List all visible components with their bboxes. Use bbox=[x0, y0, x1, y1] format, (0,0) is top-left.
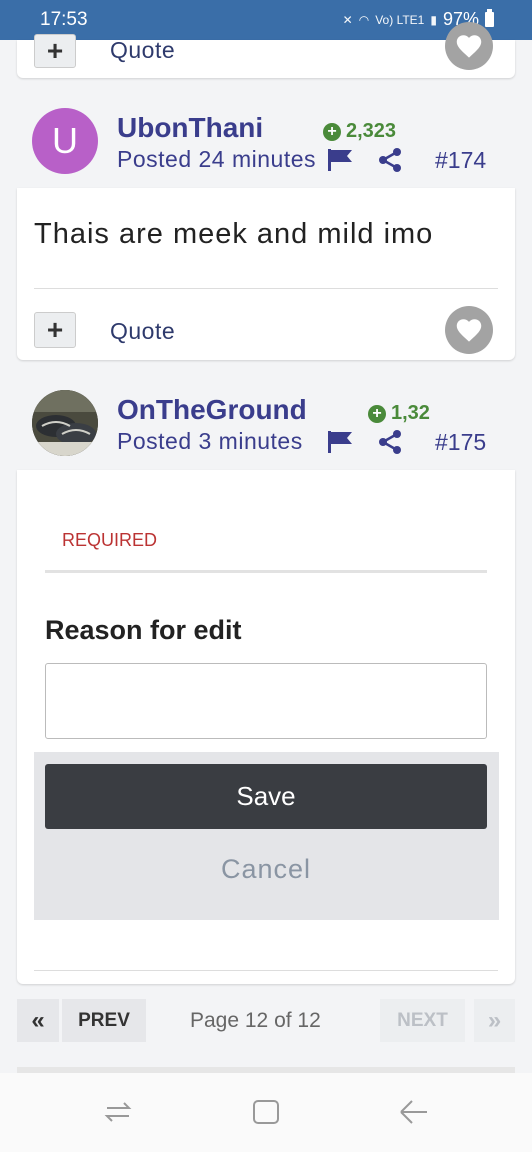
avatar-image bbox=[32, 390, 98, 456]
back-icon[interactable] bbox=[399, 1097, 429, 1127]
avatar-letter: U bbox=[52, 120, 78, 161]
status-time: 17:53 bbox=[40, 9, 88, 30]
divider bbox=[34, 288, 498, 289]
reputation-plus-icon: + bbox=[368, 404, 386, 423]
plus-icon[interactable]: + bbox=[34, 312, 76, 348]
cancel-button[interactable]: Cancel bbox=[45, 844, 487, 894]
previous-post-footer: + Quote bbox=[17, 22, 515, 78]
next-button[interactable]: NEXT bbox=[380, 999, 465, 1042]
reputation-value: 2,323 bbox=[346, 120, 397, 142]
network-label: Vo) LTE1 bbox=[375, 12, 425, 27]
author-name[interactable]: OnTheGround bbox=[117, 394, 307, 426]
flag-icon[interactable] bbox=[328, 431, 354, 453]
reason-label: Reason for edit bbox=[45, 615, 242, 645]
form-actions: Save Cancel bbox=[34, 752, 499, 920]
avatar[interactable] bbox=[32, 390, 98, 456]
post-number[interactable]: #174 bbox=[435, 147, 486, 174]
post-number[interactable]: #175 bbox=[435, 429, 486, 456]
reputation-plus-icon: + bbox=[323, 122, 341, 141]
required-label: REQUIRED bbox=[62, 530, 158, 550]
post-body: Thais are meek and mild imo bbox=[34, 218, 434, 250]
divider bbox=[34, 970, 498, 971]
save-button[interactable]: Save bbox=[45, 764, 487, 829]
battery-icon bbox=[485, 9, 494, 27]
reputation-value: 1,32 bbox=[391, 402, 430, 424]
prev-button[interactable]: PREV bbox=[62, 999, 146, 1042]
home-icon[interactable] bbox=[251, 1097, 281, 1127]
mute-icon: ✕ bbox=[342, 12, 353, 27]
reputation-count: + 1,32 bbox=[368, 402, 430, 425]
recents-icon[interactable] bbox=[103, 1097, 133, 1127]
last-page-button[interactable]: » bbox=[474, 999, 515, 1042]
page-info: Page 12 of 12 bbox=[190, 1009, 321, 1032]
share-icon[interactable] bbox=[378, 430, 402, 454]
avatar[interactable]: U bbox=[32, 108, 98, 174]
quote-button[interactable]: Quote bbox=[110, 37, 175, 64]
heart-icon[interactable] bbox=[445, 22, 493, 70]
plus-icon[interactable]: + bbox=[34, 34, 76, 68]
signal-icon: ▮ bbox=[430, 12, 437, 27]
quote-button[interactable]: Quote bbox=[110, 318, 175, 345]
reputation-count: + 2,323 bbox=[323, 120, 396, 143]
reason-input[interactable] bbox=[45, 663, 487, 739]
post-card: Thais are meek and mild imo + Quote bbox=[17, 188, 515, 360]
pagination: « PREV Page 12 of 12 NEXT » bbox=[17, 999, 515, 1043]
heart-icon[interactable] bbox=[445, 306, 493, 354]
author-name[interactable]: UbonThani bbox=[117, 112, 263, 144]
wifi-icon: ◠ bbox=[358, 12, 370, 27]
edit-form-card: REQUIRED Reason for edit Save Cancel bbox=[17, 470, 515, 984]
first-page-button[interactable]: « bbox=[17, 999, 59, 1042]
flag-icon[interactable] bbox=[328, 149, 354, 171]
share-icon[interactable] bbox=[378, 148, 402, 172]
divider bbox=[45, 570, 487, 573]
system-nav-bar bbox=[0, 1073, 532, 1152]
